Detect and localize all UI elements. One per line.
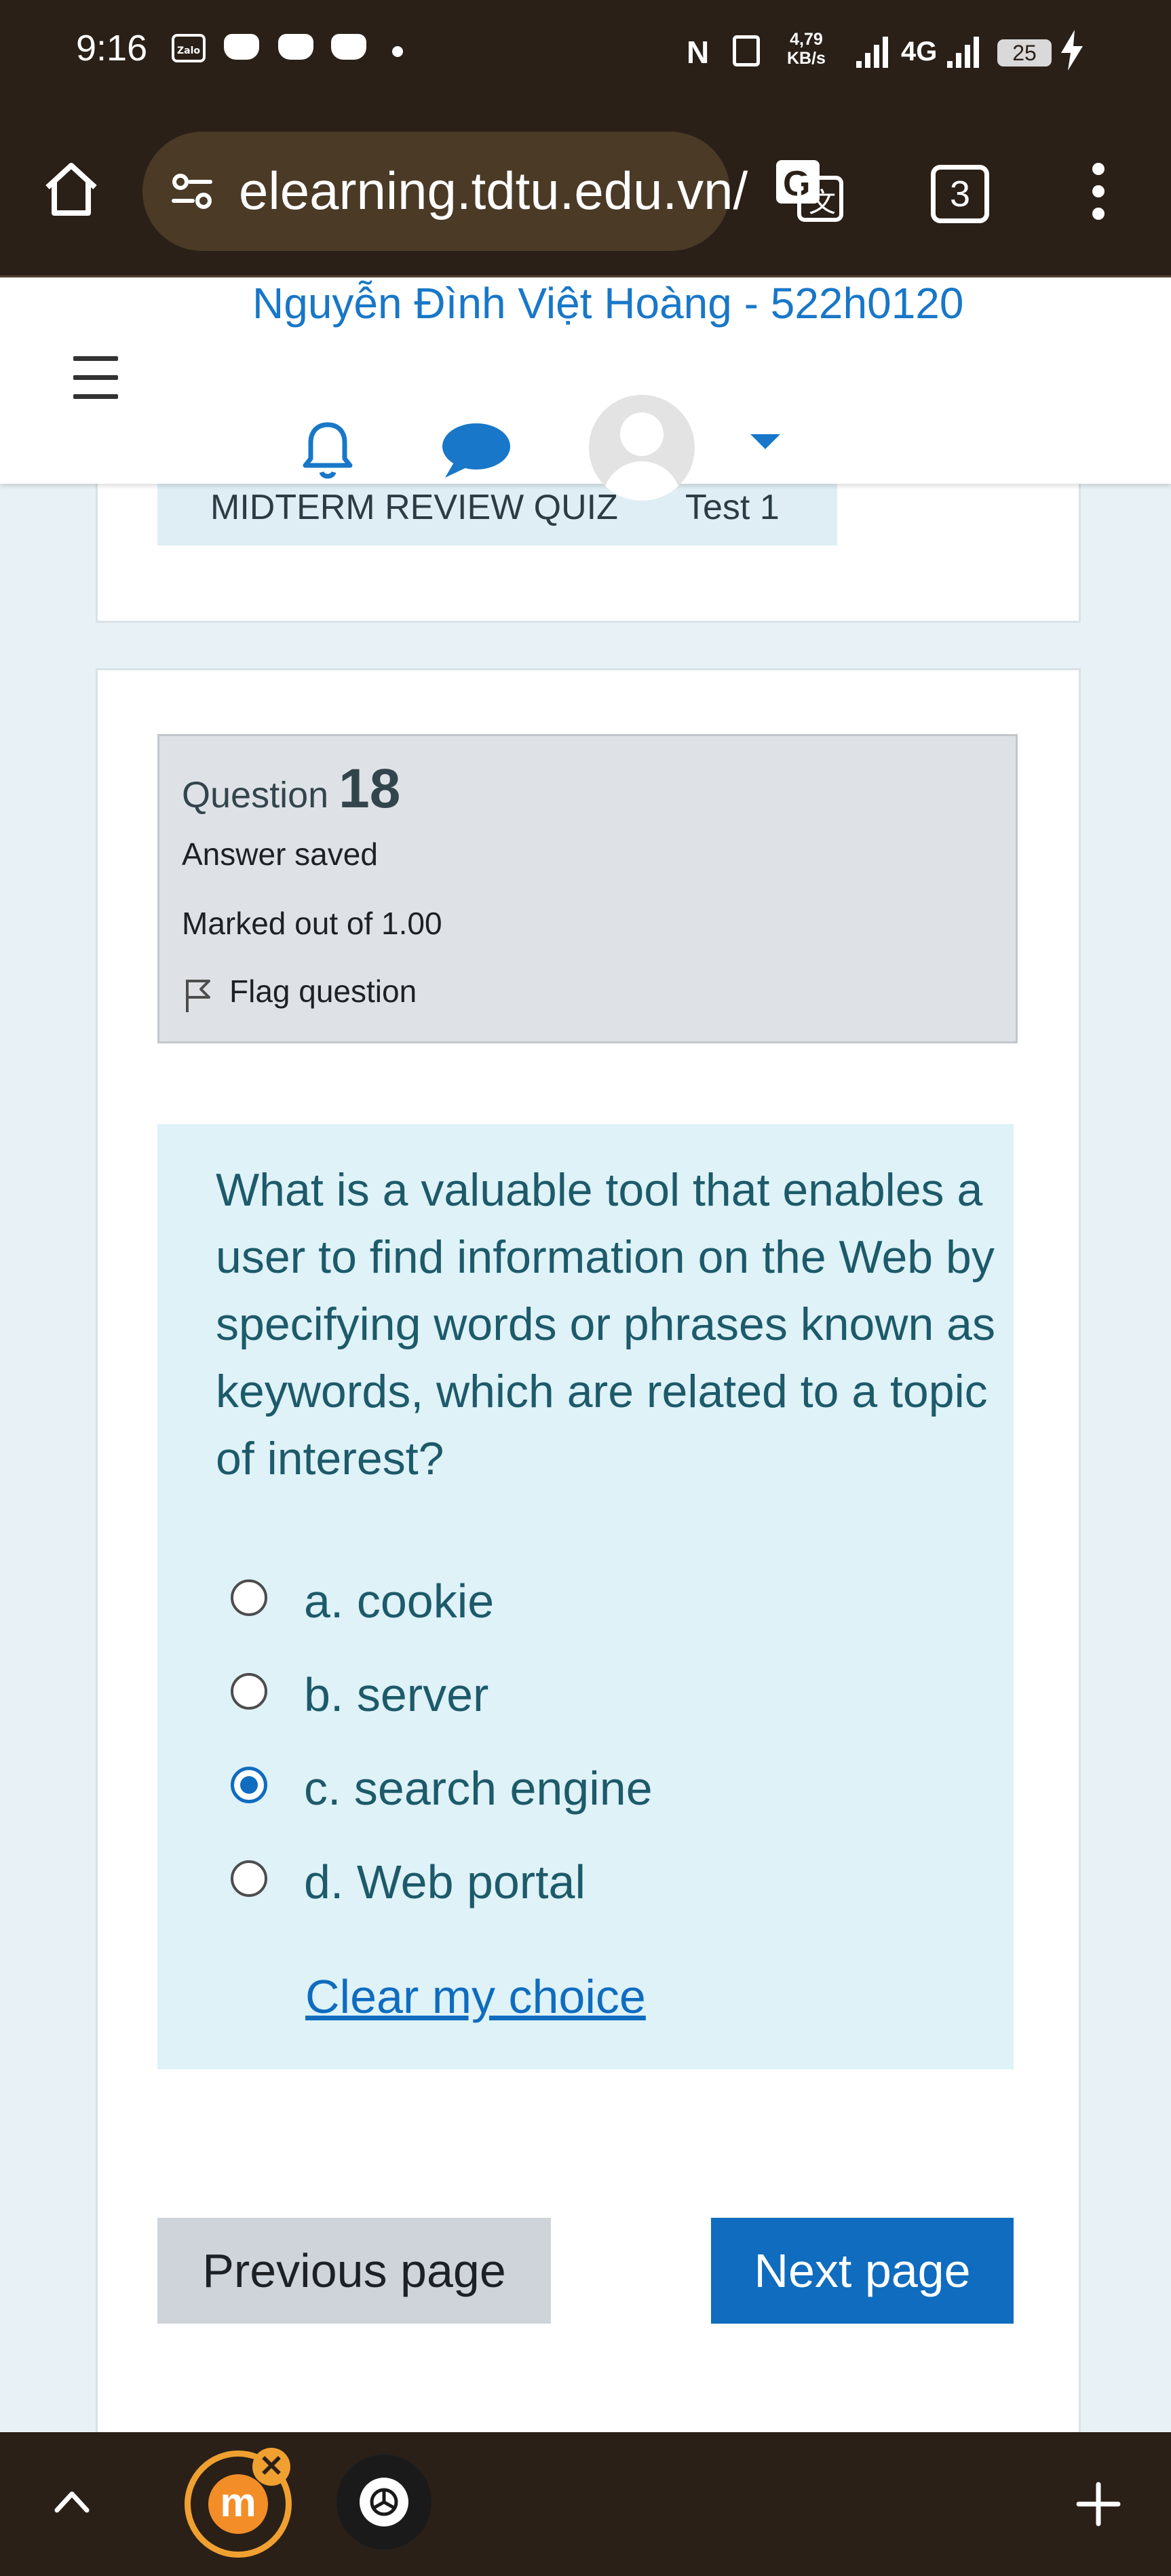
user-name: Nguyễn Đình Việt Hoàng - 522h0120: [252, 279, 964, 328]
question-label: Question: [182, 775, 329, 815]
question-text: What is a valuable tool that enables a u…: [216, 1164, 995, 1484]
answer-radio[interactable]: [231, 1673, 267, 1710]
tab-switcher-button[interactable]: 3: [931, 165, 989, 223]
answer-status: Answer saved: [182, 837, 378, 872]
flag-question-label: Flag question: [229, 974, 417, 1009]
breadcrumb-item-test[interactable]: Test 1: [685, 487, 780, 528]
translate-icon[interactable]: G 文: [773, 157, 844, 223]
answer-option[interactable]: c. search engine: [231, 1761, 773, 1822]
next-page-button[interactable]: Next page: [711, 2218, 1014, 2324]
vibrate-icon: [733, 35, 760, 66]
svg-text:G: G: [783, 164, 810, 204]
chevron-up-icon[interactable]: [53, 2487, 91, 2514]
close-tab-icon[interactable]: ✕: [252, 2448, 290, 2486]
network-speed: 4,79 KB/s: [787, 30, 826, 68]
game-controller-icon: [278, 34, 313, 60]
svg-text:文: 文: [809, 188, 836, 218]
bottom-toolbar: [0, 2432, 1171, 2576]
notification-bell-icon[interactable]: [299, 415, 357, 480]
answer-option-label[interactable]: a. cookie: [304, 1574, 494, 1628]
signal-icon: [856, 35, 890, 68]
site-settings-icon[interactable]: [168, 168, 216, 216]
status-bar: 9:16 Zalo N 4,79 KB/s 4G 25: [0, 0, 1171, 109]
messages-icon[interactable]: [438, 421, 512, 480]
answer-option-label[interactable]: d. Web portal: [304, 1855, 586, 1909]
answer-option[interactable]: b. server: [231, 1668, 773, 1729]
avatar[interactable]: [589, 395, 695, 501]
answer-option[interactable]: d. Web portal: [231, 1855, 773, 1916]
question-heading: Question 18: [182, 757, 400, 821]
answer-radio[interactable]: [231, 1579, 267, 1616]
menu-icon[interactable]: [73, 356, 118, 413]
new-tab-icon[interactable]: [1076, 2482, 1121, 2526]
previous-page-button[interactable]: Previous page: [157, 2218, 551, 2324]
answer-option-label[interactable]: b. server: [304, 1668, 488, 1722]
answer-option[interactable]: a. cookie: [231, 1574, 773, 1635]
url-text[interactable]: elearning.tdtu.edu.vn/: [239, 160, 748, 222]
home-icon[interactable]: [42, 160, 100, 218]
clear-choice-link[interactable]: Clear my choice: [305, 1969, 646, 2024]
zalo-icon: Zalo: [172, 34, 206, 62]
game-controller-icon: [224, 34, 259, 60]
network-type: 4G: [901, 37, 938, 66]
clock: 9:16: [76, 28, 148, 69]
flag-icon: [182, 976, 213, 1014]
battery-icon: 25: [997, 39, 1052, 66]
question-number: 18: [339, 758, 401, 820]
chatgpt-tab-icon[interactable]: [337, 2455, 431, 2550]
more-options-icon[interactable]: [1089, 160, 1108, 223]
breadcrumb: MIDTERM REVIEW QUIZ Test 1: [157, 475, 837, 545]
answer-radio-selected[interactable]: [231, 1767, 267, 1803]
nfc-icon: N: [687, 35, 710, 70]
game-controller-icon: [331, 34, 366, 60]
question-marks: Marked out of 1.00: [182, 906, 442, 941]
answer-radio[interactable]: [231, 1860, 267, 1897]
signal-icon: [947, 35, 981, 68]
breadcrumb-item-quiz[interactable]: MIDTERM REVIEW QUIZ: [210, 487, 618, 528]
answer-option-label[interactable]: c. search engine: [304, 1761, 653, 1815]
user-menu-caret-icon[interactable]: [750, 434, 780, 449]
notification-dot-icon: [392, 46, 403, 57]
charging-bolt-icon: [1060, 30, 1084, 71]
